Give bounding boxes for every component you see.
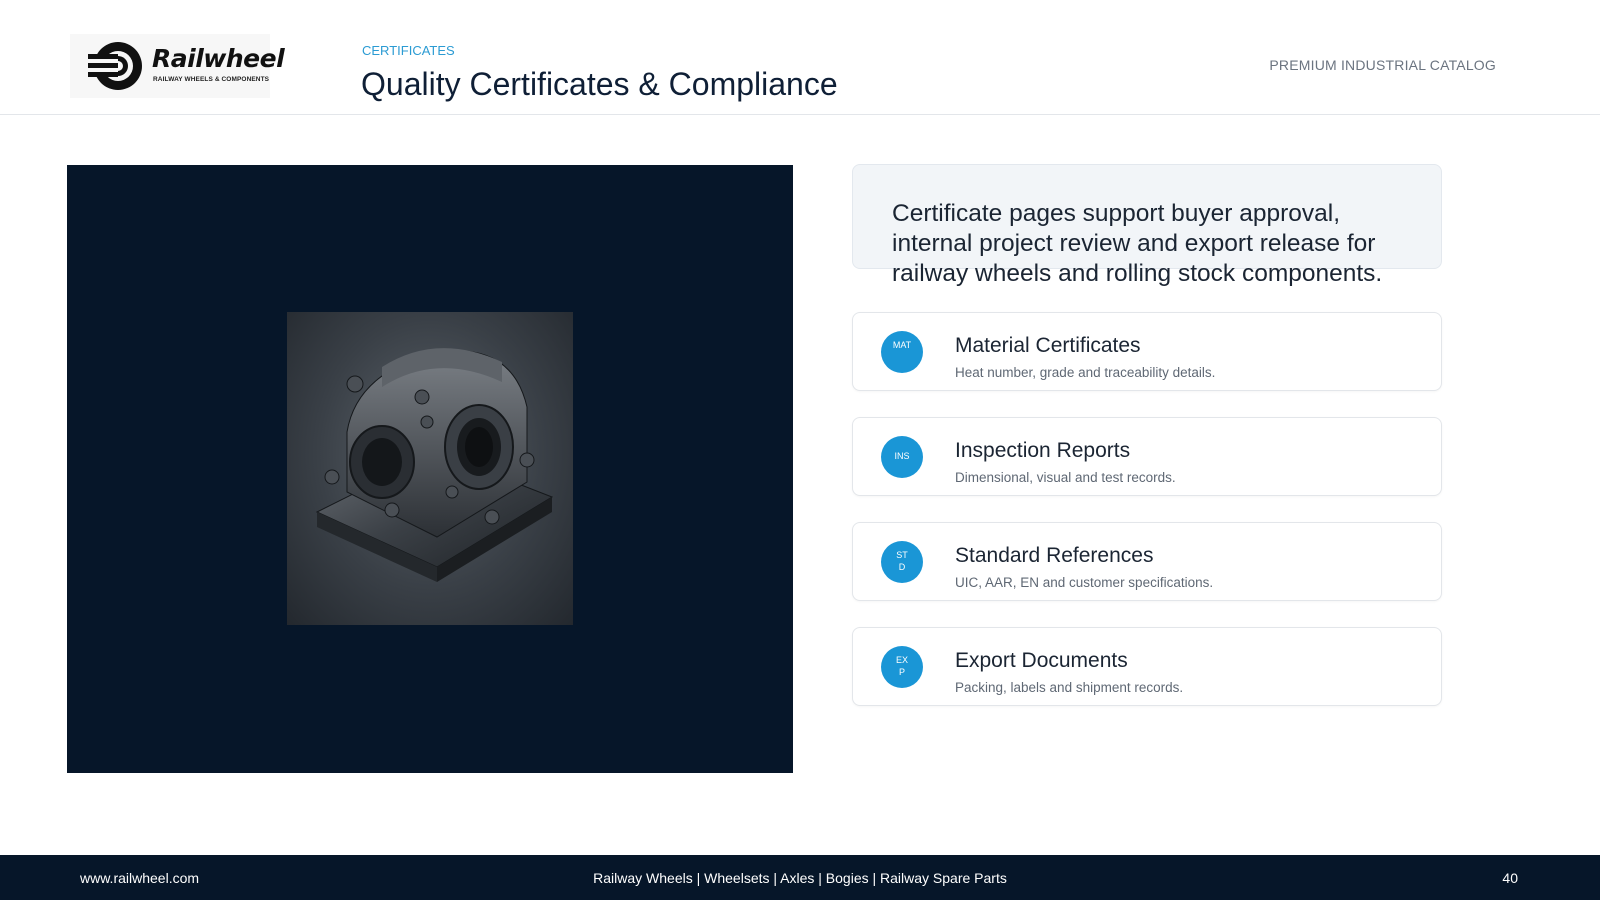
page-footer: www.railwheel.com Railway Wheels | Wheel… [0,855,1600,900]
certificate-card-material: MAT Material Certificates Heat number, g… [852,312,1442,391]
certificate-card-export: EXP Export Documents Packing, labels and… [852,627,1442,706]
std-badge-icon: STD [881,541,923,583]
catalog-label: PREMIUM INDUSTRIAL CATALOG [1269,57,1496,73]
card-description: Heat number, grade and traceability deta… [955,365,1216,380]
intro-text: Certificate pages support buyer approval… [892,200,1383,287]
axle-box-housing-photo [287,312,573,625]
section-eyebrow: CERTIFICATES [362,43,455,58]
brand-tagline: RAILWAY WHEELS & COMPONENTS [153,76,270,83]
ins-badge-icon: INS [881,436,923,478]
product-image-panel [67,165,793,773]
axle-box-illustration [315,348,554,582]
catalog-page: Railwheel RAILWAY WHEELS & COMPONENTS CE… [0,0,1600,900]
brand-name: Railwheel [152,44,285,73]
card-title: Material Certificates [955,334,1141,357]
card-description: Dimensional, visual and test records. [955,470,1176,485]
card-description: Packing, labels and shipment records. [955,680,1184,695]
card-title: Export Documents [955,649,1128,672]
card-description: UIC, AAR, EN and customer specifications… [955,575,1214,590]
mat-badge-icon: MAT [881,331,923,373]
brand-logo: Railwheel RAILWAY WHEELS & COMPONENTS [70,34,285,98]
page-header: Railwheel RAILWAY WHEELS & COMPONENTS CE… [0,0,1600,115]
card-title: Standard References [955,544,1154,567]
exp-badge-icon: EXP [881,646,923,688]
card-title: Inspection Reports [955,439,1131,462]
footer-product-list: Railway Wheels | Wheelsets | Axles | Bog… [593,870,1007,886]
certificate-card-standards: STD Standard References UIC, AAR, EN and… [852,522,1442,601]
page-number: 40 [1502,870,1518,886]
certificate-card-inspection: INS Inspection Reports Dimensional, visu… [852,417,1442,496]
page-title: Quality Certificates & Compliance [361,66,838,102]
wheel-logo-icon [88,42,142,90]
